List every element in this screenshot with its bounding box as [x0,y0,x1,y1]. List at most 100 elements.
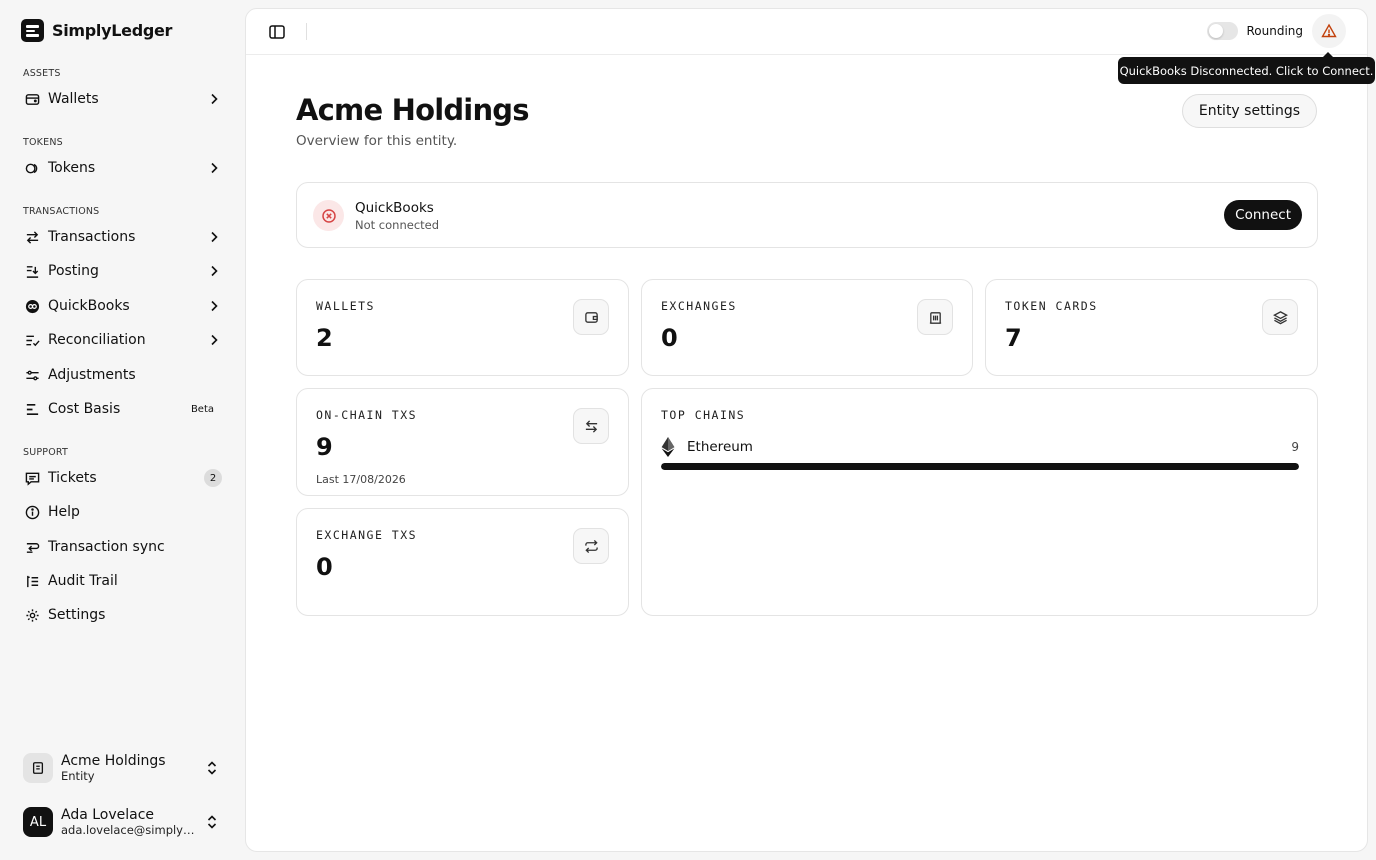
list-check-icon [24,332,40,348]
chevron-right-icon [211,265,218,277]
top-chains-card: TOP CHAINS Ethereum 9 [641,388,1318,616]
sidebar-item-reconciliation[interactable]: Reconciliation [16,324,228,356]
section-label-tokens: TOKENS [23,137,63,148]
sidebar-item-label: QuickBooks [48,298,130,314]
sidebar-item-label: Settings [48,607,106,623]
topbar: Rounding [246,9,1367,55]
sidebar-item-audit-trail[interactable]: Audit Trail [16,565,228,597]
section-label-support: SUPPORT [23,447,69,458]
coins-icon [24,160,40,176]
entity-switcher[interactable]: Acme Holdings Entity [16,746,228,790]
chain-share-bar [661,463,1299,470]
sidebar-item-tickets[interactable]: Tickets 2 [16,462,228,494]
stat-label: WALLETS [316,299,375,313]
brand[interactable]: SimplyLedger [21,19,172,42]
quickbooks-warning-button[interactable] [1312,14,1346,48]
stat-value: 0 [661,324,678,352]
page-subtitle: Overview for this entity. [296,133,458,149]
posting-icon [24,263,40,279]
wallet-icon [24,91,40,107]
sync-icon [24,539,40,555]
sidebar-item-label: Cost Basis [48,401,121,417]
exchange-txs-stat-card[interactable]: EXCHANGE TXS 0 [296,508,629,616]
exchanges-stat-card[interactable]: EXCHANGES 0 [641,279,973,376]
quickbooks-name: QuickBooks [355,200,434,216]
sidebar-item-label: Help [48,504,80,520]
page-title: Acme Holdings [296,93,530,127]
sidebar-item-help[interactable]: Help [16,496,228,528]
token-cards-stat-card[interactable]: TOKEN CARDS 7 [985,279,1318,376]
audit-list-icon [24,573,40,589]
chain-count: 9 [1291,440,1299,454]
entity-name: Acme Holdings [61,753,166,769]
quickbooks-status: Not connected [355,218,440,232]
entity-settings-button[interactable]: Entity settings [1181,94,1317,128]
sidebar-item-cost-basis[interactable]: Cost Basis Beta [16,393,228,425]
stat-label: TOKEN CARDS [1005,299,1098,313]
rounding-label: Rounding [1246,24,1303,38]
chevrons-up-down-icon [207,815,217,829]
chevron-right-icon [211,93,218,105]
beta-badge: Beta [190,403,214,415]
warning-icon [1321,23,1337,38]
stat-subtext: Last 17/08/2026 [316,473,406,486]
brand-logo-icon [21,19,44,42]
wallets-stat-card[interactable]: WALLETS 2 [296,279,629,376]
sidebar-item-label: Reconciliation [48,332,146,348]
stat-value: 0 [316,553,333,581]
sidebar: SimplyLedger ASSETS Wallets TOKENS Token… [0,0,244,860]
entity-type: Entity [61,769,95,783]
sidebar-item-tokens[interactable]: Tokens [16,152,228,184]
chevron-right-icon [211,162,218,174]
sidebar-item-label: Tickets [48,470,97,486]
sidebar-item-posting[interactable]: Posting [16,255,228,287]
sidebar-item-settings[interactable]: Settings [16,599,228,631]
stat-label: TOP CHAINS [661,408,746,422]
section-label-transactions: TRANSACTIONS [23,206,100,217]
info-icon [24,504,40,520]
chevron-right-icon [211,300,218,312]
quickbooks-status-card: QuickBooks Not connected Connect [296,182,1318,248]
sidebar-toggle-icon[interactable] [268,23,286,41]
sidebar-item-label: Adjustments [48,367,136,383]
sidebar-item-quickbooks[interactable]: QuickBooks [16,290,228,322]
sidebar-item-label: Transactions [48,229,136,245]
stat-value: 2 [316,324,333,352]
chevrons-up-down-icon [207,761,217,775]
repeat-icon [573,528,609,564]
chain-row[interactable]: Ethereum 9 [661,437,1299,457]
stat-label: EXCHANGES [661,299,737,313]
stat-label: ON-CHAIN TXS [316,408,418,422]
onchain-txs-stat-card[interactable]: ON-CHAIN TXS 9 Last 17/08/2026 [296,388,629,496]
sidebar-item-wallets[interactable]: Wallets [16,83,228,115]
sliders-icon [24,367,40,383]
rounding-toggle[interactable] [1207,22,1239,40]
layers-icon [1262,299,1298,335]
user-email: ada.lovelace@simplyledger.com [61,823,197,837]
ethereum-icon [661,437,675,457]
chevron-right-icon [211,334,218,346]
entity-avatar [23,753,53,783]
main-panel: Rounding Acme Holdings Overview for this… [245,8,1368,852]
sidebar-item-label: Transaction sync [48,539,165,555]
chain-name: Ethereum [687,439,753,455]
sidebar-item-transactions[interactable]: Transactions [16,221,228,253]
disconnected-icon [313,200,344,231]
sidebar-item-transaction-sync[interactable]: Transaction sync [16,531,228,563]
connect-button[interactable]: Connect [1224,200,1302,230]
ticket-icon [24,470,40,486]
sidebar-item-label: Posting [48,263,99,279]
brand-name: SimplyLedger [52,21,173,40]
user-switcher[interactable]: AL Ada Lovelace ada.lovelace@simplyledge… [16,800,228,844]
tickets-count-badge: 2 [204,469,222,487]
sidebar-item-adjustments[interactable]: Adjustments [16,359,228,391]
section-label-assets: ASSETS [23,68,61,79]
stat-value: 7 [1005,324,1022,352]
chevron-right-icon [211,231,218,243]
quickbooks-tooltip: QuickBooks Disconnected. Click to Connec… [1118,52,1375,84]
sidebar-item-label: Audit Trail [48,573,118,589]
chain-share-fill [661,463,1299,470]
wallet-icon [573,299,609,335]
user-avatar: AL [23,807,53,837]
cost-basis-icon [24,401,40,417]
